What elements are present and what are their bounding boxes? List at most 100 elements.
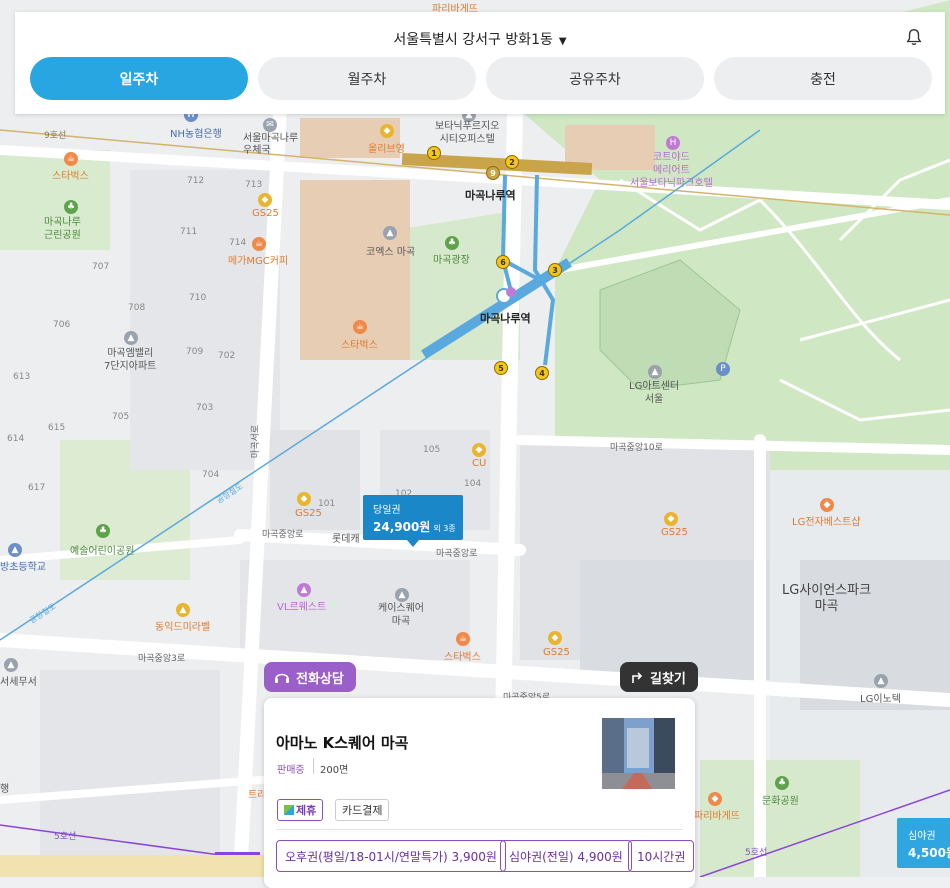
map-label-courtyard: 코트야드 메리어트 서울보타닉파크호텔 [630, 152, 713, 189]
station-exit-4[interactable]: 4 [535, 366, 549, 380]
map-label-nh: NH농협은행 [170, 129, 222, 140]
park-icon: ♣ [775, 776, 789, 790]
store-icon: ◆ [548, 631, 562, 645]
tab-charging[interactable]: 충전 [714, 57, 932, 100]
store-icon: ◆ [472, 443, 486, 457]
map-label-gs25-1: GS25 [252, 208, 279, 219]
street-photo-image [602, 718, 675, 789]
block-number: 702 [218, 351, 236, 361]
station-exit-1[interactable]: 1 [427, 146, 441, 160]
office-icon: ▲ [874, 674, 888, 688]
marker-extra: 외 3종 [433, 524, 456, 533]
phone-consult-button[interactable]: 전화상담 [264, 662, 356, 692]
block-number: 614 [7, 434, 25, 444]
map-label-station-top: 마곡나루역 [465, 189, 516, 202]
capacity: 200면 [320, 765, 349, 776]
map-label-line5b: 5호선 [745, 848, 768, 858]
block-number: 613 [13, 372, 31, 382]
block-number: 617 [28, 483, 46, 493]
cafe-icon: ☕ [252, 237, 266, 251]
cafe-icon: ☕ [64, 152, 78, 166]
marker-price: 4,500원 [908, 846, 950, 860]
station-exit-9[interactable]: 9 [486, 166, 500, 180]
station-exit-3[interactable]: 3 [548, 263, 562, 277]
map-label-lotte: 롯데캐 [332, 534, 360, 545]
headset-icon [275, 673, 289, 683]
shop-icon: ◆ [820, 498, 834, 512]
parking-lot-name: 아마노 K스퀘어 마곡 [276, 734, 409, 752]
tab-shared[interactable]: 공유주차 [486, 57, 704, 100]
station-dot-icon [506, 287, 516, 297]
map-label-vl: VL르웨스트 [277, 602, 327, 613]
station-exit-2[interactable]: 2 [505, 155, 519, 169]
map-label-road3: 마곡중앙3로 [138, 654, 186, 664]
map-label-paris2: 파리바게뜨 [694, 811, 740, 822]
map-label-starbucks1: 스타벅스 [52, 171, 89, 182]
map-label-lg-science: LG사이언스파크 마곡 [782, 583, 872, 614]
map-label-magok-square: 마곡광장 [433, 255, 470, 266]
park-icon: ♣ [64, 200, 78, 214]
bell-icon[interactable] [905, 28, 923, 46]
map-label-line5: 5호선 [54, 832, 77, 842]
map-label-botanic: 보타닉푸르지오 시티오피스텔 [435, 121, 500, 145]
tab-monthly[interactable]: 월주차 [258, 57, 476, 100]
station-exit-6[interactable]: 6 [496, 255, 510, 269]
block-number: 101 [318, 499, 336, 509]
parking-price-marker-night[interactable]: 심야권 4,500원 [897, 818, 950, 868]
map-label-magok-valley: 마곡엠밸리 7단지아파트 [104, 348, 157, 372]
parking-lot-card[interactable]: 아마노 K스퀘어 마곡 판매중 200면 제휴 카드결제 오후권(평일/18-0… [264, 698, 695, 888]
block-number: 712 [187, 176, 205, 186]
parking-price-marker[interactable]: 당일권 24,900원 외 3종 [363, 495, 463, 547]
mall-icon: ▲ [383, 226, 397, 240]
map-label-olive: 올리브영 [368, 144, 405, 155]
store-icon: ◆ [664, 512, 678, 526]
theater-icon: ▲ [648, 365, 662, 379]
map-label-art-park: 예술어린이공원 [70, 546, 135, 557]
map-label-megamgc: 메가MGC커피 [228, 256, 289, 267]
map-label-road-jungang2: 마곡중앙로 [436, 549, 478, 559]
store-icon: ◆ [297, 492, 311, 506]
map-label-post: 서울마곡나루 우체국 [243, 133, 299, 156]
block-number: 615 [48, 423, 66, 433]
park-icon: ♣ [445, 236, 459, 250]
map-label-gs25-2: GS25 [295, 508, 322, 519]
block-number: 707 [92, 262, 110, 272]
location-selector[interactable]: 서울특별시 강서구 방화1동 ▼ [15, 29, 945, 49]
price-option[interactable]: 오후권(평일/18-01시/연말특가) 3,900원 [276, 840, 506, 872]
block-number: 706 [53, 320, 71, 330]
marker-price: 24,900원 [373, 520, 431, 534]
marker-price-line: 24,900원 외 3종 [373, 518, 456, 535]
map-label-culture-park: 문화공원 [762, 796, 799, 807]
block-number: 713 [245, 180, 263, 190]
map-label-school: 방초등학교 [0, 562, 46, 573]
price-option[interactable]: 10시간권 [628, 840, 695, 872]
marker-title: 당일권 [373, 505, 401, 516]
parking-type-tabs: 일주차 월주차 공유주차 충전 [30, 57, 932, 100]
map-label-lg-arts: LG아트센터 서울 [629, 381, 680, 405]
block-number: 714 [229, 238, 247, 248]
shop-icon: ◆ [380, 124, 394, 138]
map-label-station-main: 마곡나루역 [480, 312, 531, 325]
bakery-icon: ◆ [708, 792, 722, 806]
block-number: 105 [423, 445, 441, 455]
price-option[interactable]: 심야권(전일) 4,900원 [500, 840, 632, 872]
mall-icon: ▲ [297, 583, 311, 597]
block-number: 708 [128, 303, 146, 313]
caret-down-icon: ▼ [558, 36, 567, 47]
partner-badge: 제휴 [277, 799, 324, 821]
cafe-icon: ☕ [456, 632, 470, 646]
location-text: 서울특별시 강서구 방화1동 [393, 32, 553, 48]
block-number: 705 [112, 412, 130, 422]
card-divider [276, 829, 683, 830]
tab-daily[interactable]: 일주차 [30, 57, 248, 100]
card-payment-badge: 카드결제 [335, 799, 390, 821]
station-exit-5[interactable]: 5 [494, 361, 508, 375]
parking-lot-photo[interactable] [602, 718, 675, 789]
cafe-icon: ☕ [353, 320, 367, 334]
map-label-road10: 마곡중앙10로 [610, 443, 663, 453]
map-label-lg-innotek: LG이노텍 [860, 694, 901, 705]
map-label-starbucks2: 스타벅스 [341, 340, 378, 351]
parking-icon: P [716, 362, 730, 376]
directions-button[interactable]: 길찾기 [620, 662, 698, 692]
map-label-magoknaru-park: 마곡나루 근린공원 [44, 217, 81, 241]
